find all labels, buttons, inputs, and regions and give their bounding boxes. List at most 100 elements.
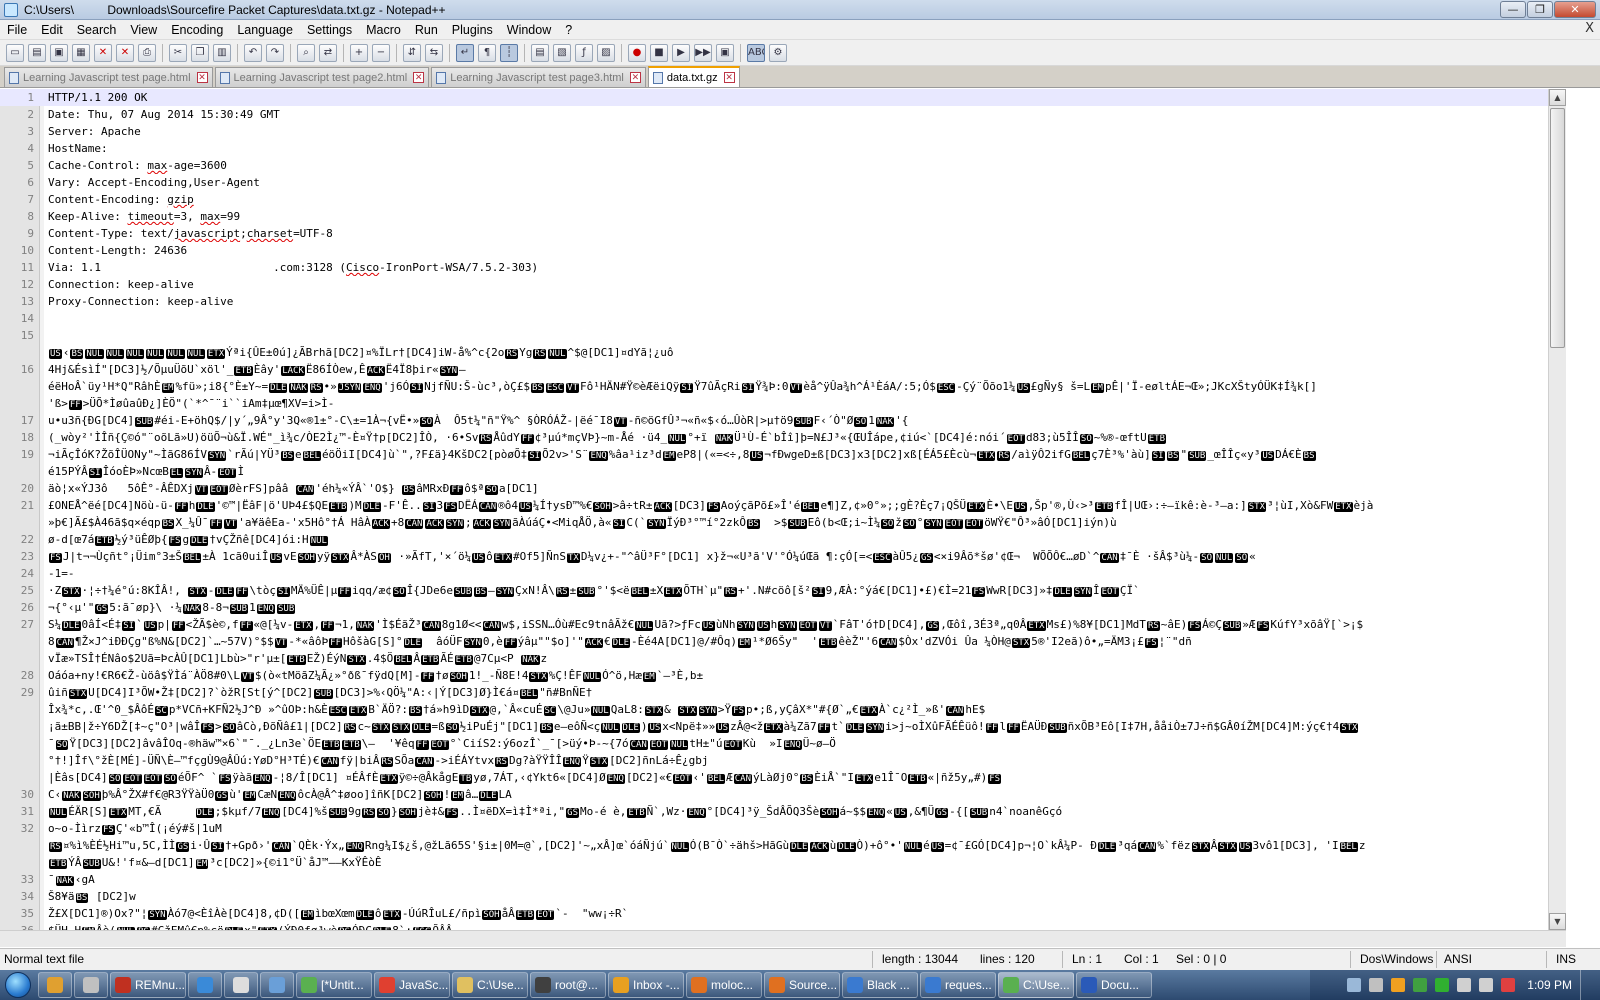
scroll-up-arrow-icon[interactable]: ▲: [1549, 89, 1566, 106]
maximize-button[interactable]: ❐: [1527, 1, 1553, 18]
spell-check-icon[interactable]: ABC: [747, 43, 765, 62]
new-file-icon[interactable]: ▭: [6, 43, 24, 62]
close-all-icon[interactable]: ✕: [116, 43, 134, 62]
control-char-badge: EOT: [536, 910, 555, 920]
spell-options-icon[interactable]: ⚙: [769, 43, 787, 62]
menu-search[interactable]: Search: [70, 23, 124, 37]
sync-vertical-icon[interactable]: ⇵: [403, 43, 421, 62]
control-char-badge: EM: [1091, 383, 1104, 393]
menu-edit[interactable]: Edit: [34, 23, 70, 37]
save-all-icon[interactable]: ▦: [72, 43, 90, 62]
save-icon[interactable]: ▣: [50, 43, 68, 62]
taskbar-button-ie[interactable]: [188, 972, 222, 998]
menu-window[interactable]: Window: [500, 23, 558, 37]
vertical-scrollbar[interactable]: ▲ ▼: [1548, 89, 1566, 930]
editor-area[interactable]: 1 HTTP/1.1 200 OK 2 Date: Thu, 07 Aug 2014 …: [0, 89, 1548, 947]
taskbar-button-notepadpp-untitled[interactable]: [*Untit...: [296, 972, 372, 998]
control-char-badge: TB: [459, 774, 473, 784]
taskbar-button-chrome-javascript[interactable]: JavaSc...: [374, 972, 450, 998]
find-icon[interactable]: ⌕: [297, 43, 315, 62]
function-list-icon[interactable]: ƒ: [575, 43, 593, 62]
tray-network-icon[interactable]: [1457, 978, 1472, 992]
user-language-icon[interactable]: ▤: [531, 43, 549, 62]
undo-icon[interactable]: ↶: [244, 43, 262, 62]
tray-volume-icon[interactable]: [1479, 978, 1494, 992]
close-document-icon[interactable]: X: [1585, 21, 1594, 36]
tray-app-icon[interactable]: [1391, 978, 1406, 992]
tab-learning-javascript-test-page2-html[interactable]: Learning Javascript test page2.html ✕: [214, 67, 430, 87]
taskbar-button-unknown-app[interactable]: [74, 972, 108, 998]
save-macro-icon[interactable]: ▣: [716, 43, 734, 62]
close-tab-icon[interactable]: ✕: [413, 72, 425, 83]
show-desktop-button[interactable]: [1580, 970, 1592, 1000]
menu-run[interactable]: Run: [408, 23, 445, 37]
control-char-badge: EOT: [430, 740, 449, 750]
redo-icon[interactable]: ↷: [266, 43, 284, 62]
close-icon[interactable]: ✕: [94, 43, 112, 62]
scroll-down-arrow-icon[interactable]: ▼: [1549, 913, 1566, 930]
tray-app-icon[interactable]: [1413, 978, 1428, 992]
print-icon[interactable]: ⎙: [138, 43, 156, 62]
taskbar-button-word-document[interactable]: Docu...: [1076, 972, 1152, 998]
menu-plugins[interactable]: Plugins: [445, 23, 500, 37]
scroll-thumb[interactable]: [1550, 108, 1565, 348]
taskbar-button-explorer-users[interactable]: C:\Use...: [452, 972, 528, 998]
taskbar-button-inbox[interactable]: Inbox -...: [608, 972, 684, 998]
close-window-button[interactable]: ✕: [1554, 1, 1596, 18]
taskbar-clock[interactable]: 1:09 PM: [1527, 978, 1572, 992]
tray-alert-icon[interactable]: [1501, 978, 1516, 992]
tab-learning-javascript-test-page3-html[interactable]: Learning Javascript test page3.html ✕: [431, 67, 646, 87]
menu-settings[interactable]: Settings: [300, 23, 359, 37]
editor-line: 6 Vary: Accept-Encoding,User-Agent: [0, 174, 1548, 191]
tray-app-icon[interactable]: [1369, 978, 1384, 992]
tray-app-icon[interactable]: [1435, 978, 1450, 992]
tray-arrow-icon[interactable]: [1347, 978, 1362, 992]
control-char-badge: NAK: [183, 604, 202, 614]
word-wrap-icon[interactable]: ↵: [456, 43, 474, 62]
menu-language[interactable]: Language: [230, 23, 300, 37]
minimize-button[interactable]: —: [1500, 1, 1526, 18]
taskbar-button-requests[interactable]: reques...: [920, 972, 996, 998]
replace-icon[interactable]: ⇄: [319, 43, 337, 62]
taskbar-button-putty-root[interactable]: root@...: [530, 972, 606, 998]
tab-data-txt-gz[interactable]: data.txt.gz ✕: [647, 66, 740, 87]
paste-icon[interactable]: ▥: [213, 43, 231, 62]
zoom-in-icon[interactable]: +: [350, 43, 368, 62]
menu-help[interactable]: ?: [558, 23, 579, 37]
start-button[interactable]: [0, 970, 36, 1000]
play-macro-icon[interactable]: ▶: [672, 43, 690, 62]
copy-icon[interactable]: ❐: [191, 43, 209, 62]
record-macro-icon[interactable]: ●: [628, 43, 646, 62]
control-char-badge: ACK: [425, 519, 444, 529]
menu-file[interactable]: File: [0, 23, 34, 37]
menu-macro[interactable]: Macro: [359, 23, 408, 37]
cut-icon[interactable]: ✂: [169, 43, 187, 62]
taskbar-button-explorer-folder[interactable]: [38, 972, 72, 998]
open-file-icon[interactable]: ▤: [28, 43, 46, 62]
close-tab-icon[interactable]: ✕: [196, 72, 208, 83]
play-multiple-icon[interactable]: ▶▶: [694, 43, 712, 62]
taskbar-button-black[interactable]: Black ...: [842, 972, 918, 998]
line-number: 31: [20, 805, 34, 818]
taskbar-button-calc[interactable]: [224, 972, 258, 998]
control-char-badge: STX: [1340, 723, 1359, 733]
stop-record-icon[interactable]: ■: [650, 43, 668, 62]
taskbar-button-app[interactable]: [260, 972, 294, 998]
close-tab-icon[interactable]: ✕: [723, 72, 735, 83]
doc-map-icon[interactable]: ▧: [553, 43, 571, 62]
folder-workspace-icon[interactable]: ▨: [597, 43, 615, 62]
taskbar-button-remnux[interactable]: REMnu...: [110, 972, 186, 998]
menu-view[interactable]: View: [123, 23, 164, 37]
menu-encoding[interactable]: Encoding: [164, 23, 230, 37]
tab-learning-javascript-test-page-html[interactable]: Learning Javascript test page.html ✕: [4, 67, 213, 87]
taskbar-button-firefox-moloc[interactable]: moloc...: [686, 972, 762, 998]
show-all-chars-icon[interactable]: ¶: [478, 43, 496, 62]
editor-line: 25 ·Z STX ·¦÷†¼é°ú:8KÎÂ!, STX - DLE FF \tòç SI MÄ…: [0, 582, 1548, 599]
indent-guide-icon[interactable]: ┆: [500, 43, 518, 62]
zoom-out-icon[interactable]: −: [372, 43, 390, 62]
taskbar-button-notepadpp-active[interactable]: C:\Use...: [998, 972, 1074, 998]
taskbar-button-firefox-source[interactable]: Source...: [764, 972, 840, 998]
close-tab-icon[interactable]: ✕: [629, 72, 641, 83]
sync-horizontal-icon[interactable]: ⇆: [425, 43, 443, 62]
horizontal-scrollbar[interactable]: [0, 930, 1566, 947]
